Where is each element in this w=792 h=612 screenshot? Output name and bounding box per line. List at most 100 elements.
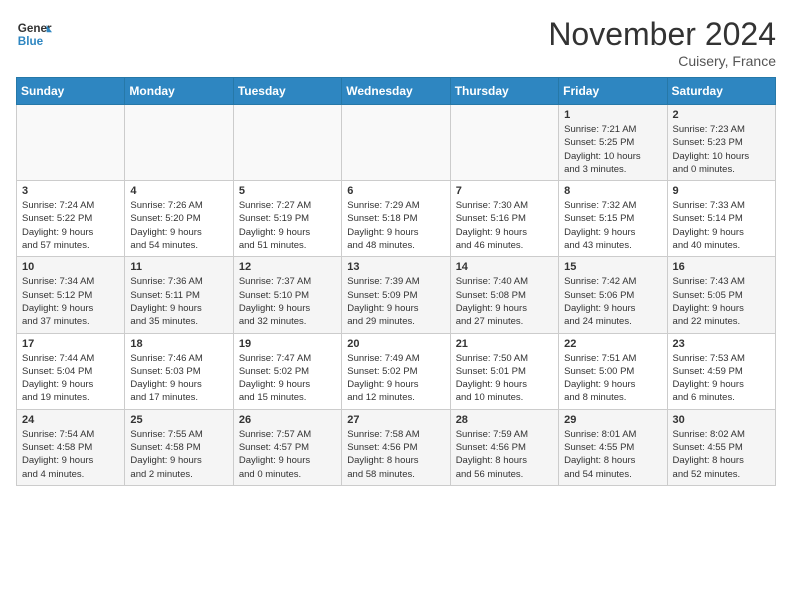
day-info: Sunrise: 7:49 AM Sunset: 5:02 PM Dayligh… <box>347 352 444 405</box>
weekday-header-tuesday: Tuesday <box>233 78 341 105</box>
calendar-cell: 5Sunrise: 7:27 AM Sunset: 5:19 PM Daylig… <box>233 181 341 257</box>
weekday-header-row: SundayMondayTuesdayWednesdayThursdayFrid… <box>17 78 776 105</box>
month-title: November 2024 <box>548 16 776 53</box>
calendar-cell: 25 Sunrise: 7:55 AM Sunset: 4:58 PM Dayli… <box>125 409 233 485</box>
day-number: 30 <box>673 414 770 426</box>
calendar-cell: 8 Sunrise: 7:32 AM Sunset: 5:15 PM Daylig… <box>559 181 667 257</box>
day-number: 23 <box>673 338 770 350</box>
calendar-cell: 3 Sunrise: 7:24 AM Sunset: 5:22 PM Daylig… <box>17 181 125 257</box>
calendar-week-3: 17 Sunrise: 7:44 AM Sunset: 5:04 PM Dayli… <box>17 333 776 409</box>
calendar-week-2: 10 Sunrise: 7:34 AM Sunset: 5:12 PM Dayli… <box>17 257 776 333</box>
calendar-cell: 19Sunrise: 7:47 AM Sunset: 5:02 PM Dayli… <box>233 333 341 409</box>
logo: General Blue <box>16 16 56 52</box>
calendar-cell <box>125 105 233 181</box>
day-info: Sunrise: 7:24 AM Sunset: 5:22 PM Dayligh… <box>22 199 119 252</box>
day-number: 25 <box>130 414 227 426</box>
day-info: Sunrise: 7:33 AM Sunset: 5:14 PM Dayligh… <box>673 199 770 252</box>
day-info: Sunrise: 7:59 AM Sunset: 4:56 PM Dayligh… <box>456 428 553 481</box>
calendar-cell: 20 Sunrise: 7:49 AM Sunset: 5:02 PM Dayli… <box>342 333 450 409</box>
day-info: Sunrise: 7:23 AM Sunset: 5:23 PM Dayligh… <box>673 123 770 176</box>
calendar-week-1: 3 Sunrise: 7:24 AM Sunset: 5:22 PM Daylig… <box>17 181 776 257</box>
day-info: Sunrise: 7:54 AM Sunset: 4:58 PM Dayligh… <box>22 428 119 481</box>
day-number: 27 <box>347 414 444 426</box>
day-number: 20 <box>347 338 444 350</box>
calendar-cell: 13 Sunrise: 7:39 AM Sunset: 5:09 PM Dayli… <box>342 257 450 333</box>
calendar-cell: 2Sunrise: 7:23 AM Sunset: 5:23 PM Daylig… <box>667 105 775 181</box>
calendar-cell <box>17 105 125 181</box>
weekday-header-thursday: Thursday <box>450 78 558 105</box>
day-info: Sunrise: 7:34 AM Sunset: 5:12 PM Dayligh… <box>22 275 119 328</box>
location-title: Cuisery, France <box>548 53 776 69</box>
calendar-cell: 30 Sunrise: 8:02 AM Sunset: 4:55 PM Dayli… <box>667 409 775 485</box>
day-number: 24 <box>22 414 119 426</box>
calendar-cell: 9 Sunrise: 7:33 AM Sunset: 5:14 PM Daylig… <box>667 181 775 257</box>
day-info: Sunrise: 7:26 AM Sunset: 5:20 PM Dayligh… <box>130 199 227 252</box>
day-number: 5 <box>239 185 336 197</box>
weekday-header-sunday: Sunday <box>17 78 125 105</box>
day-number: 13 <box>347 261 444 273</box>
calendar-cell: 4 Sunrise: 7:26 AM Sunset: 5:20 PM Daylig… <box>125 181 233 257</box>
calendar-cell: 23 Sunrise: 7:53 AM Sunset: 4:59 PM Dayli… <box>667 333 775 409</box>
day-info: Sunrise: 7:44 AM Sunset: 5:04 PM Dayligh… <box>22 352 119 405</box>
day-info: Sunrise: 7:53 AM Sunset: 4:59 PM Dayligh… <box>673 352 770 405</box>
day-number: 29 <box>564 414 661 426</box>
calendar-cell <box>342 105 450 181</box>
weekday-header-monday: Monday <box>125 78 233 105</box>
calendar-cell: 21Sunrise: 7:50 AM Sunset: 5:01 PM Dayli… <box>450 333 558 409</box>
day-info: Sunrise: 7:51 AM Sunset: 5:00 PM Dayligh… <box>564 352 661 405</box>
day-number: 12 <box>239 261 336 273</box>
day-info: Sunrise: 7:42 AM Sunset: 5:06 PM Dayligh… <box>564 275 661 328</box>
calendar-cell: 1Sunrise: 7:21 AM Sunset: 5:25 PM Daylig… <box>559 105 667 181</box>
title-block: November 2024 Cuisery, France <box>548 16 776 69</box>
calendar-cell <box>233 105 341 181</box>
calendar-cell: 6 Sunrise: 7:29 AM Sunset: 5:18 PM Daylig… <box>342 181 450 257</box>
weekday-header-saturday: Saturday <box>667 78 775 105</box>
day-info: Sunrise: 7:43 AM Sunset: 5:05 PM Dayligh… <box>673 275 770 328</box>
calendar-cell: 12Sunrise: 7:37 AM Sunset: 5:10 PM Dayli… <box>233 257 341 333</box>
day-number: 9 <box>673 185 770 197</box>
calendar-cell: 14 Sunrise: 7:40 AM Sunset: 5:08 PM Dayli… <box>450 257 558 333</box>
calendar-cell: 27 Sunrise: 7:58 AM Sunset: 4:56 PM Dayli… <box>342 409 450 485</box>
calendar-week-0: 1Sunrise: 7:21 AM Sunset: 5:25 PM Daylig… <box>17 105 776 181</box>
calendar-cell <box>450 105 558 181</box>
day-number: 16 <box>673 261 770 273</box>
calendar-cell: 24 Sunrise: 7:54 AM Sunset: 4:58 PM Dayli… <box>17 409 125 485</box>
day-number: 21 <box>456 338 553 350</box>
day-info: Sunrise: 7:21 AM Sunset: 5:25 PM Dayligh… <box>564 123 661 176</box>
calendar-cell: 22Sunrise: 7:51 AM Sunset: 5:00 PM Dayli… <box>559 333 667 409</box>
day-info: Sunrise: 7:46 AM Sunset: 5:03 PM Dayligh… <box>130 352 227 405</box>
calendar-cell: 11 Sunrise: 7:36 AM Sunset: 5:11 PM Dayli… <box>125 257 233 333</box>
day-number: 3 <box>22 185 119 197</box>
day-info: Sunrise: 7:30 AM Sunset: 5:16 PM Dayligh… <box>456 199 553 252</box>
calendar-cell: 18 Sunrise: 7:46 AM Sunset: 5:03 PM Dayli… <box>125 333 233 409</box>
day-number: 19 <box>239 338 336 350</box>
day-info: Sunrise: 7:40 AM Sunset: 5:08 PM Dayligh… <box>456 275 553 328</box>
calendar-week-4: 24 Sunrise: 7:54 AM Sunset: 4:58 PM Dayli… <box>17 409 776 485</box>
day-number: 17 <box>22 338 119 350</box>
day-number: 6 <box>347 185 444 197</box>
day-number: 8 <box>564 185 661 197</box>
logo-icon: General Blue <box>16 16 52 52</box>
day-number: 28 <box>456 414 553 426</box>
weekday-header-friday: Friday <box>559 78 667 105</box>
calendar-table: SundayMondayTuesdayWednesdayThursdayFrid… <box>16 77 776 486</box>
day-number: 14 <box>456 261 553 273</box>
day-number: 10 <box>22 261 119 273</box>
day-info: Sunrise: 8:02 AM Sunset: 4:55 PM Dayligh… <box>673 428 770 481</box>
calendar-cell: 10 Sunrise: 7:34 AM Sunset: 5:12 PM Dayli… <box>17 257 125 333</box>
day-info: Sunrise: 7:32 AM Sunset: 5:15 PM Dayligh… <box>564 199 661 252</box>
day-info: Sunrise: 7:29 AM Sunset: 5:18 PM Dayligh… <box>347 199 444 252</box>
calendar-cell: 7 Sunrise: 7:30 AM Sunset: 5:16 PM Daylig… <box>450 181 558 257</box>
day-number: 7 <box>456 185 553 197</box>
page-header: General Blue November 2024 Cuisery, Fran… <box>16 16 776 69</box>
day-number: 18 <box>130 338 227 350</box>
day-info: Sunrise: 7:58 AM Sunset: 4:56 PM Dayligh… <box>347 428 444 481</box>
calendar-cell: 26Sunrise: 7:57 AM Sunset: 4:57 PM Dayli… <box>233 409 341 485</box>
calendar-cell: 28 Sunrise: 7:59 AM Sunset: 4:56 PM Dayli… <box>450 409 558 485</box>
day-info: Sunrise: 7:55 AM Sunset: 4:58 PM Dayligh… <box>130 428 227 481</box>
day-number: 11 <box>130 261 227 273</box>
day-number: 4 <box>130 185 227 197</box>
day-info: Sunrise: 7:36 AM Sunset: 5:11 PM Dayligh… <box>130 275 227 328</box>
day-info: Sunrise: 7:39 AM Sunset: 5:09 PM Dayligh… <box>347 275 444 328</box>
calendar-cell: 15Sunrise: 7:42 AM Sunset: 5:06 PM Dayli… <box>559 257 667 333</box>
